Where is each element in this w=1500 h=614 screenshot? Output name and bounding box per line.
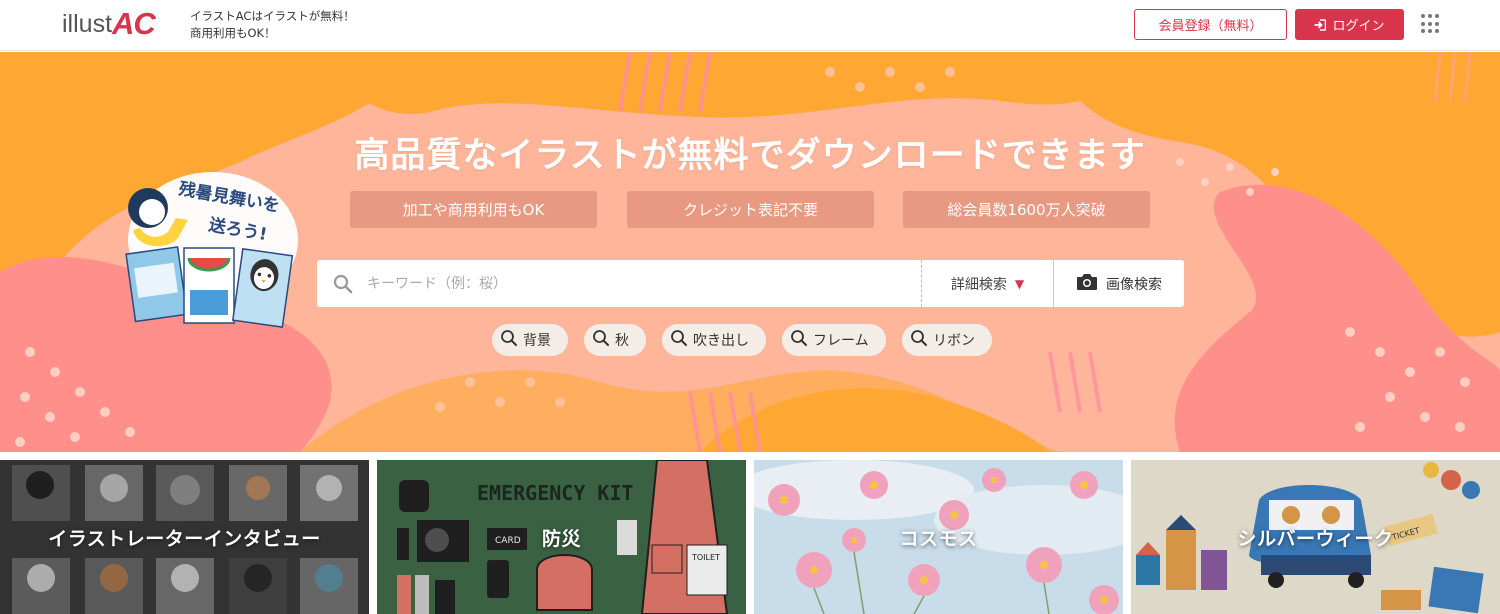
site-logo[interactable]: illust AC xyxy=(62,6,156,42)
category-label: イラストレーターインタビュー xyxy=(48,528,321,550)
tag-label: リボン xyxy=(933,333,975,349)
search-icon xyxy=(790,329,808,351)
sign-in-icon xyxy=(1314,18,1327,31)
hero-banner: 高品質なイラストが無料でダウンロードできます 加工や商用利用もOK クレジット表… xyxy=(0,52,1500,452)
feature-badge-no-credit: クレジット表記不要 xyxy=(627,191,874,228)
category-tile-illustrator-interview[interactable]: イラストレーターインタビュー xyxy=(0,460,369,614)
search-icon xyxy=(333,274,353,298)
search-icon xyxy=(670,329,688,351)
category-label: 防災 xyxy=(541,528,581,550)
site-header: illust AC イラストACはイラストが無料！ 商用利用もOK！ 会員登録（… xyxy=(0,0,1500,51)
image-search-label: 画像検索 xyxy=(1106,276,1162,293)
tagline-line2: 商用利用もOK！ xyxy=(190,26,276,40)
login-button[interactable]: ログイン xyxy=(1295,9,1404,40)
tagline: イラストACはイラストが無料！ 商用利用もOK！ xyxy=(190,8,355,42)
tag-label: 秋 xyxy=(615,333,629,349)
feature-badge-commercial: 加工や商用利用もOK xyxy=(350,191,597,228)
category-tile-disaster-prevention[interactable]: EMERGENCY KIT CARD TOILET 防災 xyxy=(377,460,746,614)
tag-ribbon[interactable]: リボン xyxy=(902,324,992,356)
tag-frame[interactable]: フレーム xyxy=(782,324,886,356)
summer-greeting-promo[interactable]: 残暑見舞いを 送ろう! xyxy=(118,170,298,340)
detail-search-button[interactable]: 詳細検索 ▼ xyxy=(921,260,1053,307)
apps-grid-icon[interactable] xyxy=(1421,14,1441,34)
tag-label: 背景 xyxy=(523,333,551,349)
search-bar: 詳細検索 ▼ 画像検索 xyxy=(317,260,1184,307)
tag-label: フレーム xyxy=(813,333,869,349)
search-icon xyxy=(592,329,610,351)
tag-speech-bubble[interactable]: 吹き出し xyxy=(662,324,766,356)
detail-search-label: 詳細検索 xyxy=(950,276,1007,293)
search-icon xyxy=(500,329,518,351)
search-icon xyxy=(910,329,928,351)
logo-text-illust: illust xyxy=(62,10,113,38)
category-tiles: イラストレーターインタビュー EMERGENCY KIT CARD TOILET… xyxy=(0,460,1500,614)
tagline-line1: イラストACはイラストが無料！ xyxy=(190,9,355,23)
category-label: シルバーウィーク xyxy=(1237,528,1394,550)
search-input[interactable] xyxy=(367,260,917,307)
register-button[interactable]: 会員登録（無料） xyxy=(1134,9,1287,40)
category-label: コスモス xyxy=(899,528,978,550)
feature-badge-members: 総会員数1600万人突破 xyxy=(903,191,1150,228)
camera-icon xyxy=(1076,273,1098,295)
caret-down-icon: ▼ xyxy=(1014,276,1025,291)
logo-text-ac: AC xyxy=(112,6,156,41)
category-tile-cosmos[interactable]: コスモス xyxy=(754,460,1123,614)
tag-background[interactable]: 背景 xyxy=(492,324,568,356)
login-label: ログイン xyxy=(1332,19,1385,34)
category-tile-silver-week[interactable]: TICKET シルバーウィーク xyxy=(1131,460,1500,614)
image-search-button[interactable]: 画像検索 xyxy=(1053,260,1184,307)
tag-autumn[interactable]: 秋 xyxy=(584,324,646,356)
tag-label: 吹き出し xyxy=(693,333,749,349)
